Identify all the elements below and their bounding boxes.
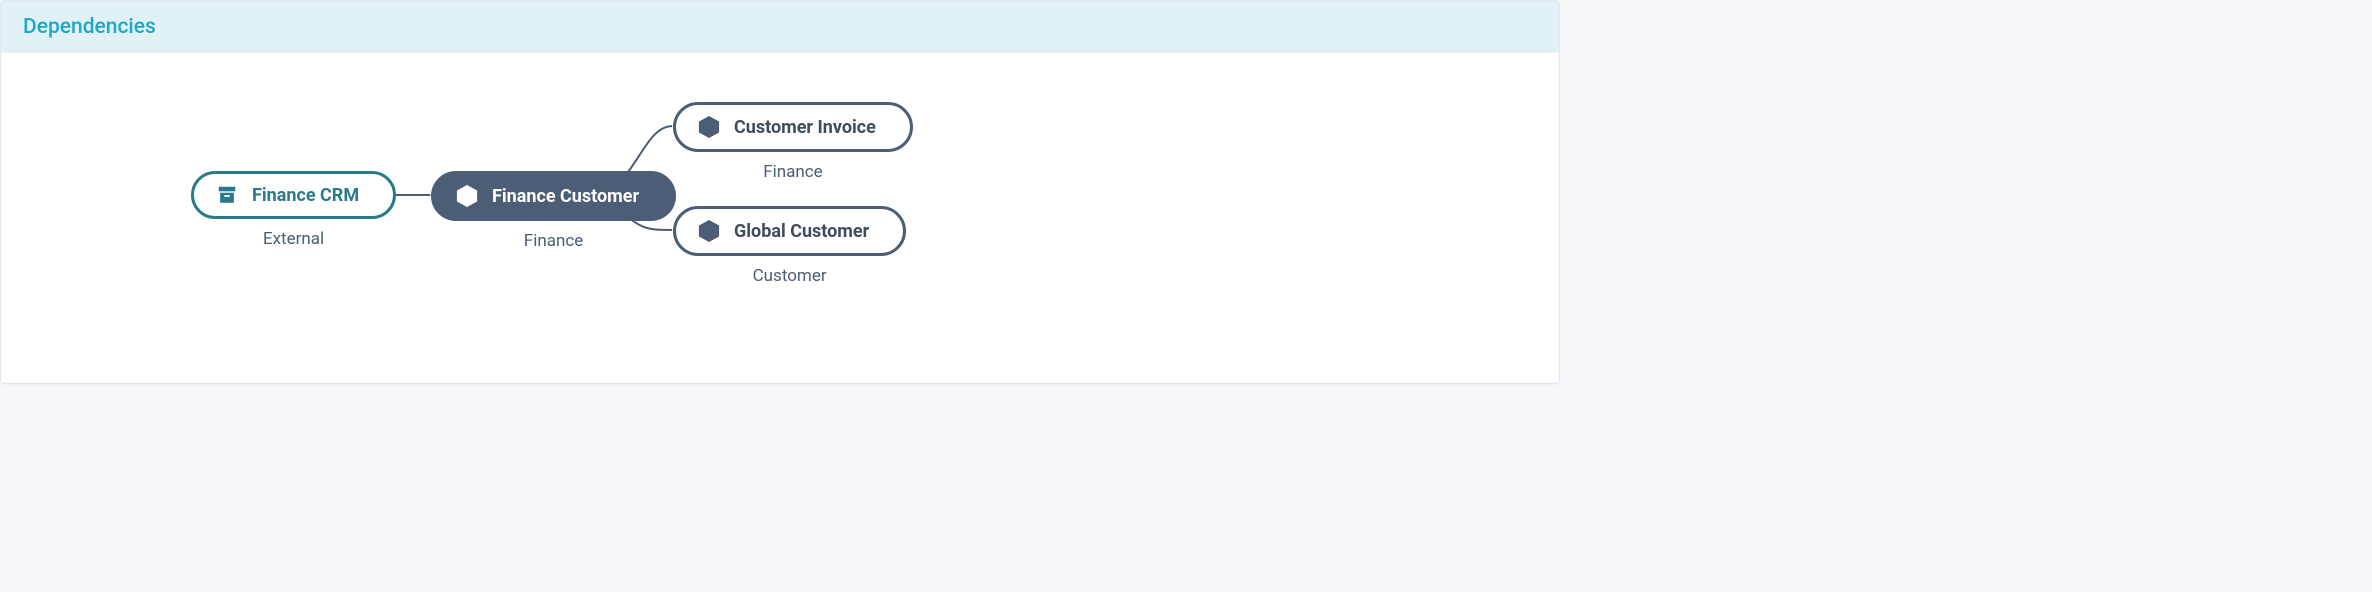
panel-title: Dependencies bbox=[23, 15, 1537, 39]
node-sublabel: Finance bbox=[524, 231, 583, 251]
node-finance-crm[interactable]: Finance CRM External bbox=[191, 171, 396, 249]
node-label: Finance Customer bbox=[492, 186, 639, 207]
node-pill: Customer Invoice bbox=[673, 102, 913, 152]
node-customer-invoice[interactable]: Customer Invoice Finance bbox=[673, 102, 913, 182]
node-sublabel: External bbox=[263, 229, 324, 249]
dependency-diagram: Finance CRM External Finance Customer Fi… bbox=[1, 53, 1559, 383]
dependencies-panel: Dependencies Finance CRM bbox=[0, 0, 1560, 384]
node-pill: Finance Customer bbox=[431, 171, 676, 221]
node-global-customer[interactable]: Global Customer Customer bbox=[673, 206, 906, 286]
archive-box-icon bbox=[216, 184, 238, 206]
hexagon-icon bbox=[456, 184, 478, 208]
panel-header: Dependencies bbox=[1, 1, 1559, 53]
hexagon-icon bbox=[698, 115, 720, 139]
node-pill: Global Customer bbox=[673, 206, 906, 256]
node-sublabel: Customer bbox=[753, 266, 827, 286]
node-sublabel: Finance bbox=[763, 162, 822, 182]
hexagon-icon bbox=[698, 219, 720, 243]
node-label: Finance CRM bbox=[252, 185, 359, 206]
node-label: Customer Invoice bbox=[734, 117, 876, 138]
node-label: Global Customer bbox=[734, 221, 869, 242]
node-pill: Finance CRM bbox=[191, 171, 396, 219]
node-finance-customer[interactable]: Finance Customer Finance bbox=[431, 171, 676, 251]
